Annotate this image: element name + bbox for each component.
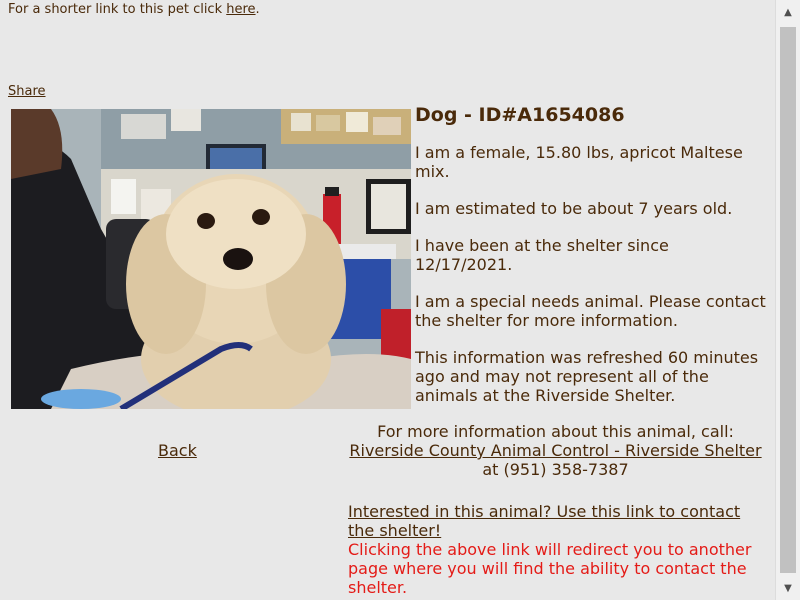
pet-age: I am estimated to be about 7 years old. [415,199,733,218]
vertical-scrollbar[interactable]: ▲ ▼ [775,0,800,600]
shelter-link[interactable]: Riverside County Animal Control - Rivers… [349,441,761,460]
scroll-down-icon[interactable]: ▼ [776,576,800,600]
interest-section: Interested in this animal? Use this link… [348,502,763,597]
shortlink-here-link[interactable]: here [226,2,255,17]
pet-photo-illustration [11,109,411,409]
pet-special-needs: I am a special needs animal. Please cont… [415,292,766,330]
shortlink-period: . [255,2,260,17]
pet-photo [11,109,411,409]
redirect-note: Clicking the above link will redirect yo… [348,540,752,597]
contact-shelter-line: Riverside County Animal Control - Rivers… [348,441,763,479]
pet-refresh-note: This information was refreshed 60 minute… [415,348,759,405]
pet-shelter-since: I have been at the shelter since 12/17/2… [415,236,669,274]
scroll-up-icon[interactable]: ▲ [776,0,800,24]
back-line: Back [158,441,197,460]
share-line: Share [8,83,46,101]
pet-description: I am a female, 15.80 lbs, apricot Maltes… [415,143,743,181]
back-link[interactable]: Back [158,441,197,460]
shortlink-line: For a shorter link to this pet click her… [8,1,260,19]
page-content: For a shorter link to this pet click her… [0,0,775,600]
shortlink-text: For a shorter link to this pet click [8,2,227,17]
interest-contact-link[interactable]: Interested in this animal? Use this link… [348,502,740,540]
contact-prompt: For more information about this animal, … [377,422,734,441]
scrollbar-thumb[interactable] [780,27,796,573]
pet-title: Dog - ID#A1654086 [415,104,625,126]
share-link[interactable]: Share [8,84,46,99]
contact-info: For more information about this animal, … [348,422,763,479]
shelter-phone: at (951) 358-7387 [482,460,629,479]
pet-info: Dog - ID#A1654086 I am a female, 15.80 l… [415,104,770,423]
